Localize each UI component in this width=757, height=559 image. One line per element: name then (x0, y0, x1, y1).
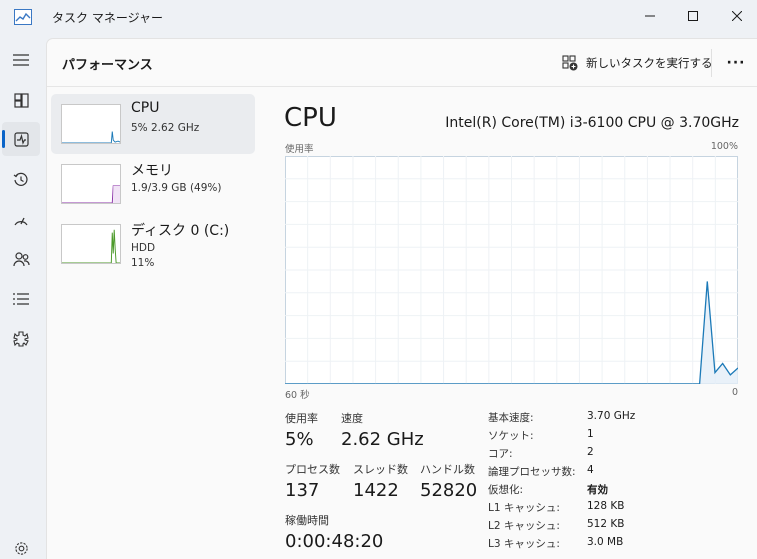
graph-label-timespan: 60 秒 (285, 390, 310, 401)
resource-item-disk-0[interactable]: ディスク 0 (C:) HDD 11% (51, 214, 255, 274)
nav-users[interactable] (2, 242, 40, 276)
minimize-button[interactable] (627, 0, 673, 32)
stat-processes-label: プロセス数 (285, 463, 340, 476)
resource-item-cpu[interactable]: CPU 5% 2.62 GHz (51, 94, 255, 154)
nav-menu-button[interactable] (2, 43, 40, 77)
nav-app-history[interactable] (2, 163, 40, 197)
hamburger-icon (13, 54, 29, 66)
stat-usage-label: 使用率 (285, 412, 318, 425)
main-panel: パフォーマンス 新しいタスクを実行する ··· CPU 5% 2.62 GHz … (46, 38, 757, 559)
detail-title: CPU (284, 103, 337, 133)
cpu-usage-graph (285, 156, 738, 384)
resource-thumbnail-memory (61, 164, 121, 204)
performance-icon (13, 131, 29, 147)
graph-label-usage: 使用率 (285, 144, 314, 155)
close-button[interactable] (714, 0, 757, 32)
header-divider (711, 49, 712, 77)
maximize-icon (688, 11, 698, 21)
minimize-icon (645, 15, 655, 17)
stat-usage-value: 5% (285, 429, 314, 450)
spec-label: L1 キャッシュ: (488, 502, 560, 514)
resource-item-memory[interactable]: メモリ 1.9/3.9 GB (49%) (51, 154, 255, 214)
nav-startup-apps[interactable] (2, 203, 40, 237)
graph-label-zero: 0 (731, 387, 738, 398)
spec-value: 128 KB (587, 500, 625, 512)
resource-type: HDD (131, 242, 156, 254)
nav-processes[interactable] (2, 83, 40, 117)
run-new-task-button[interactable]: 新しいタスクを実行する (562, 51, 713, 75)
details-icon (13, 293, 29, 305)
title-bar: タスク マネージャー (0, 0, 757, 36)
maximize-button[interactable] (670, 0, 716, 32)
task-manager-app-icon (14, 9, 32, 25)
spec-label: コア: (488, 448, 513, 460)
resource-value: 5% 2.62 GHz (131, 122, 200, 134)
spec-label: ソケット: (488, 430, 534, 442)
spec-value: 有効 (587, 484, 608, 496)
page-title: パフォーマンス (62, 58, 153, 73)
resource-thumbnail-disk (61, 224, 121, 264)
gear-icon (14, 541, 28, 555)
stat-threads-value: 1422 (353, 480, 399, 501)
stat-speed-label: 速度 (341, 412, 363, 425)
resource-value: 11% (131, 257, 155, 269)
spec-label: L2 キャッシュ: (488, 520, 560, 532)
nav-details[interactable] (2, 282, 40, 316)
spec-label: L3 キャッシュ: (488, 538, 560, 550)
stat-threads-label: スレッド数 (353, 463, 408, 476)
spec-label: 基本速度: (488, 412, 534, 424)
resource-name: メモリ (131, 163, 173, 179)
stat-handles-label: ハンドル数 (420, 463, 475, 476)
stat-uptime-value: 0:00:48:20 (285, 531, 384, 552)
nav-settings[interactable] (2, 531, 40, 559)
nav-selection-indicator (2, 130, 5, 148)
resource-thumbnail-cpu (61, 104, 121, 144)
users-icon (12, 251, 30, 266)
resource-name: ディスク 0 (C:) (131, 223, 230, 239)
spec-value: 512 KB (587, 518, 625, 530)
window-title: タスク マネージャー (52, 11, 163, 25)
spec-value: 2 (587, 446, 594, 458)
spec-value: 1 (587, 428, 594, 440)
page-header: パフォーマンス 新しいタスクを実行する ··· (47, 39, 757, 87)
spec-value: 4 (587, 464, 594, 476)
run-task-label: 新しいタスクを実行する (586, 56, 713, 70)
resource-value: 1.9/3.9 GB (49%) (131, 182, 222, 194)
cpu-model-name: Intel(R) Core(TM) i3-6100 CPU @ 3.70GHz (445, 115, 739, 131)
history-icon (13, 172, 28, 186)
graph-label-max: 100% (710, 141, 738, 152)
startup-icon (14, 217, 28, 226)
more-options-button[interactable]: ··· (721, 49, 751, 77)
stat-speed-value: 2.62 GHz (341, 429, 424, 450)
close-icon (732, 11, 742, 21)
spec-value: 3.0 MB (587, 536, 624, 548)
run-task-icon (562, 55, 578, 71)
services-icon (13, 331, 29, 347)
spec-value: 3.70 GHz (587, 410, 636, 422)
nav-services[interactable] (2, 322, 40, 356)
spec-label: 論理プロセッサ数: (488, 466, 576, 478)
stat-processes-value: 137 (285, 480, 320, 501)
stat-uptime-label: 稼働時間 (285, 514, 329, 527)
nav-performance[interactable] (2, 122, 40, 156)
resource-name: CPU (131, 100, 160, 116)
stat-handles-value: 52820 (420, 480, 478, 501)
processes-icon (13, 92, 29, 108)
spec-label: 仮想化: (488, 484, 524, 496)
